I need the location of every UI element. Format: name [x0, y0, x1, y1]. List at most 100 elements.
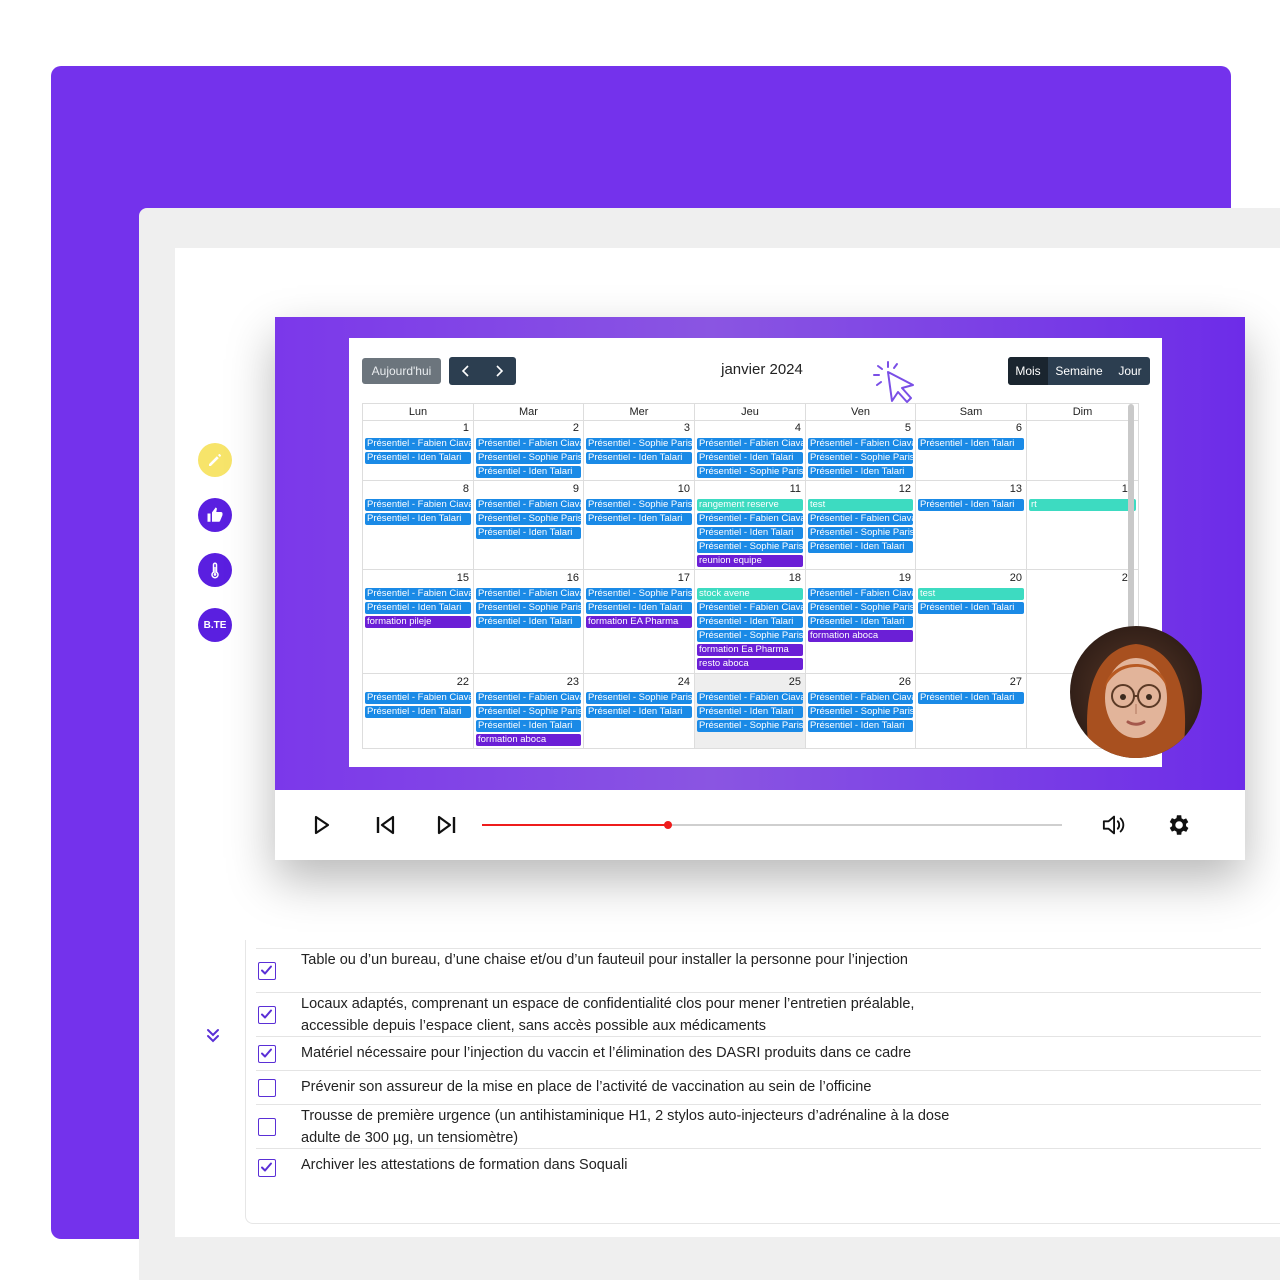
view-month-button[interactable]: Mois	[1008, 357, 1048, 385]
play-button[interactable]	[309, 812, 335, 838]
calendar-event[interactable]: Présentiel - Sophie Paris	[586, 588, 692, 600]
view-day-button[interactable]: Jour	[1110, 357, 1150, 385]
day-cell[interactable]: 3 Présentiel - Sophie Paris Présentiel - I…	[584, 420, 695, 480]
calendar-event[interactable]: Présentiel - Iden Talari	[697, 527, 803, 539]
calendar-event[interactable]: formation EA Pharma	[586, 616, 692, 628]
calendar-event[interactable]: Présentiel - Fabien Ciavaldini	[808, 438, 913, 450]
next-month-button[interactable]	[483, 357, 517, 385]
calendar-event[interactable]: Présentiel - Sophie Paris	[476, 602, 581, 614]
day-cell[interactable]: 2Présentiel - Fabien CiavaldiniPrésentie…	[474, 420, 584, 480]
view-week-button[interactable]: Semaine	[1048, 357, 1110, 385]
calendar-event[interactable]: Présentiel - Iden Talari	[476, 466, 581, 478]
calendar-event[interactable]: formation aboca	[808, 630, 913, 642]
checkbox-unchecked[interactable]	[258, 1118, 276, 1136]
day-cell[interactable]: 12 test Présentiel - Fabien Ciavaldini Prés…	[806, 481, 916, 569]
calendar-event[interactable]: Présentiel - Iden Talari	[586, 513, 692, 525]
day-cell[interactable]: 13 Présentiel - Iden Talari	[916, 481, 1027, 569]
progress-handle[interactable]	[663, 821, 672, 829]
calendar-event[interactable]: Présentiel - Sophie Paris	[476, 706, 581, 718]
calendar-event[interactable]: Présentiel - Sophie Paris	[586, 438, 692, 450]
calendar-event[interactable]: Présentiel - Sophie Paris	[586, 692, 692, 704]
calendar-event[interactable]: Présentiel - Iden Talari	[808, 541, 913, 553]
calendar-event[interactable]: Présentiel - Fabien Ciavaldini	[365, 692, 471, 704]
skip-forward-button[interactable]	[434, 812, 460, 838]
progress-bar[interactable]	[482, 821, 1062, 829]
calendar-event[interactable]: Présentiel - Iden Talari	[808, 720, 913, 732]
calendar-event[interactable]: stock avene	[697, 588, 803, 600]
calendar-event[interactable]: Présentiel - Sophie Paris	[697, 541, 803, 553]
calendar-event[interactable]: Présentiel - Iden Talari	[697, 616, 803, 628]
calendar-event[interactable]: Présentiel - Fabien Ciavaldini	[365, 438, 471, 450]
day-cell[interactable]: 7	[1027, 420, 1139, 480]
pencil-icon[interactable]	[198, 443, 232, 477]
day-cell[interactable]: 20 test Présentiel - Iden Talari	[916, 570, 1027, 673]
prev-month-button[interactable]	[449, 357, 483, 385]
calendar-event[interactable]: Présentiel - Fabien Ciavaldini	[808, 692, 913, 704]
day-cell[interactable]: 18 stock avene Présentiel - Fabien Ciavald…	[695, 570, 806, 673]
bte-badge[interactable]: B.TE	[198, 608, 232, 642]
calendar-event[interactable]: Présentiel - Sophie Paris	[476, 452, 581, 464]
calendar-event[interactable]: Présentiel - Iden Talari	[476, 720, 581, 732]
calendar-event[interactable]: Présentiel - Sophie Paris	[808, 452, 913, 464]
calendar-event[interactable]: Présentiel - Fabien Ciavaldini	[697, 438, 803, 450]
day-cell[interactable]: 10 Présentiel - Sophie Paris Présentiel - …	[584, 481, 695, 569]
checkbox-checked[interactable]	[258, 1159, 276, 1177]
calendar-event[interactable]: Présentiel - Iden Talari	[918, 692, 1024, 704]
day-cell[interactable]: 15Présentiel - Fabien CiavaldiniPrésenti…	[363, 570, 474, 673]
settings-button[interactable]	[1165, 812, 1191, 838]
calendar-event[interactable]: Présentiel - Sophie Paris	[808, 706, 913, 718]
calendar-event[interactable]: test	[808, 499, 913, 511]
calendar-event[interactable]: reunion equipe	[697, 555, 803, 567]
calendar-event[interactable]: Présentiel - Iden Talari	[365, 452, 471, 464]
day-cell[interactable]: 4Présentiel - Fabien CiavaldiniPrésentie…	[695, 420, 806, 480]
checkbox-checked[interactable]	[258, 1006, 276, 1024]
checkbox-checked[interactable]	[258, 962, 276, 980]
calendar-event[interactable]: Présentiel - Iden Talari	[365, 602, 471, 614]
calendar-event[interactable]: Présentiel - Sophie Paris	[697, 630, 803, 642]
calendar-event[interactable]: Présentiel - Fabien Ciavaldini	[365, 588, 471, 600]
calendar-event[interactable]: Présentiel - Sophie Paris	[697, 466, 803, 478]
calendar-event[interactable]: Présentiel - Iden Talari	[365, 706, 471, 718]
calendar-event[interactable]: Présentiel - Iden Talari	[365, 513, 471, 525]
calendar-event[interactable]: Présentiel - Iden Talari	[918, 438, 1024, 450]
calendar-event[interactable]: Présentiel - Iden Talari	[808, 466, 913, 478]
calendar-event[interactable]: Présentiel - Sophie Paris	[476, 513, 581, 525]
calendar-event[interactable]: Présentiel - Sophie Paris	[808, 602, 913, 614]
day-cell[interactable]: 5Présentiel - Fabien CiavaldiniPrésentie…	[806, 420, 916, 480]
calendar-event[interactable]: Présentiel - Fabien Ciavaldini	[476, 588, 581, 600]
calendar-event[interactable]: Présentiel - Fabien Ciavaldini	[697, 513, 803, 525]
calendar-event[interactable]: Présentiel - Iden Talari	[918, 499, 1024, 511]
day-cell[interactable]: 19Présentiel - Fabien CiavaldiniPrésenti…	[806, 570, 916, 673]
calendar-event[interactable]: Présentiel - Sophie Paris	[697, 720, 803, 732]
day-cell[interactable]: 16Présentiel - Fabien CiavaldiniPrésenti…	[474, 570, 584, 673]
chevron-double-down-icon[interactable]	[204, 1026, 222, 1046]
day-cell[interactable]: 23Présentiel - Fabien CiavaldiniPrésenti…	[474, 674, 584, 748]
volume-button[interactable]	[1102, 812, 1128, 838]
calendar-event[interactable]: rangement reserve	[697, 499, 803, 511]
day-cell[interactable]: 22Présentiel - Fabien CiavaldiniPrésenti…	[363, 674, 474, 748]
calendar-event[interactable]: Présentiel - Iden Talari	[808, 616, 913, 628]
calendar-event[interactable]: Présentiel - Fabien Ciavaldini	[365, 499, 471, 511]
day-cell[interactable]: 26Présentiel - Fabien CiavaldiniPrésenti…	[806, 674, 916, 748]
calendar-event[interactable]: test	[918, 588, 1024, 600]
day-cell[interactable]: 1Présentiel - Fabien CiavaldiniPrésentie…	[363, 420, 474, 480]
calendar-event[interactable]: Présentiel - Iden Talari	[586, 706, 692, 718]
day-cell-today[interactable]: 25Présentiel - Fabien CiavaldiniPrésenti…	[695, 674, 806, 748]
calendar-event[interactable]: resto aboca	[697, 658, 803, 670]
calendar-event[interactable]: formation Ea Pharma	[697, 644, 803, 656]
calendar-event[interactable]: Présentiel - Iden Talari	[697, 706, 803, 718]
day-cell[interactable]: 6 Présentiel - Iden Talari	[916, 420, 1027, 480]
day-cell[interactable]: 17 Présentiel - Sophie Paris Présentiel - …	[584, 570, 695, 673]
checkbox-unchecked[interactable]	[258, 1079, 276, 1097]
calendar-event[interactable]: Présentiel - Iden Talari	[476, 527, 581, 539]
checkbox-checked[interactable]	[258, 1045, 276, 1063]
calendar-event[interactable]: rt	[1029, 499, 1136, 511]
today-button[interactable]: Aujourd'hui	[362, 358, 441, 384]
day-cell[interactable]: 24 Présentiel - Sophie Paris Présentiel - …	[584, 674, 695, 748]
calendar-event[interactable]: Présentiel - Fabien Ciavaldini	[808, 588, 913, 600]
day-cell[interactable]: 14rt	[1027, 481, 1139, 569]
day-cell[interactable]: 11 rangement reserve Présentiel - Fabien C…	[695, 481, 806, 569]
calendar-event[interactable]: Présentiel - Iden Talari	[586, 602, 692, 614]
calendar-event[interactable]: Présentiel - Fabien Ciavaldini	[697, 692, 803, 704]
skip-back-button[interactable]	[372, 812, 398, 838]
